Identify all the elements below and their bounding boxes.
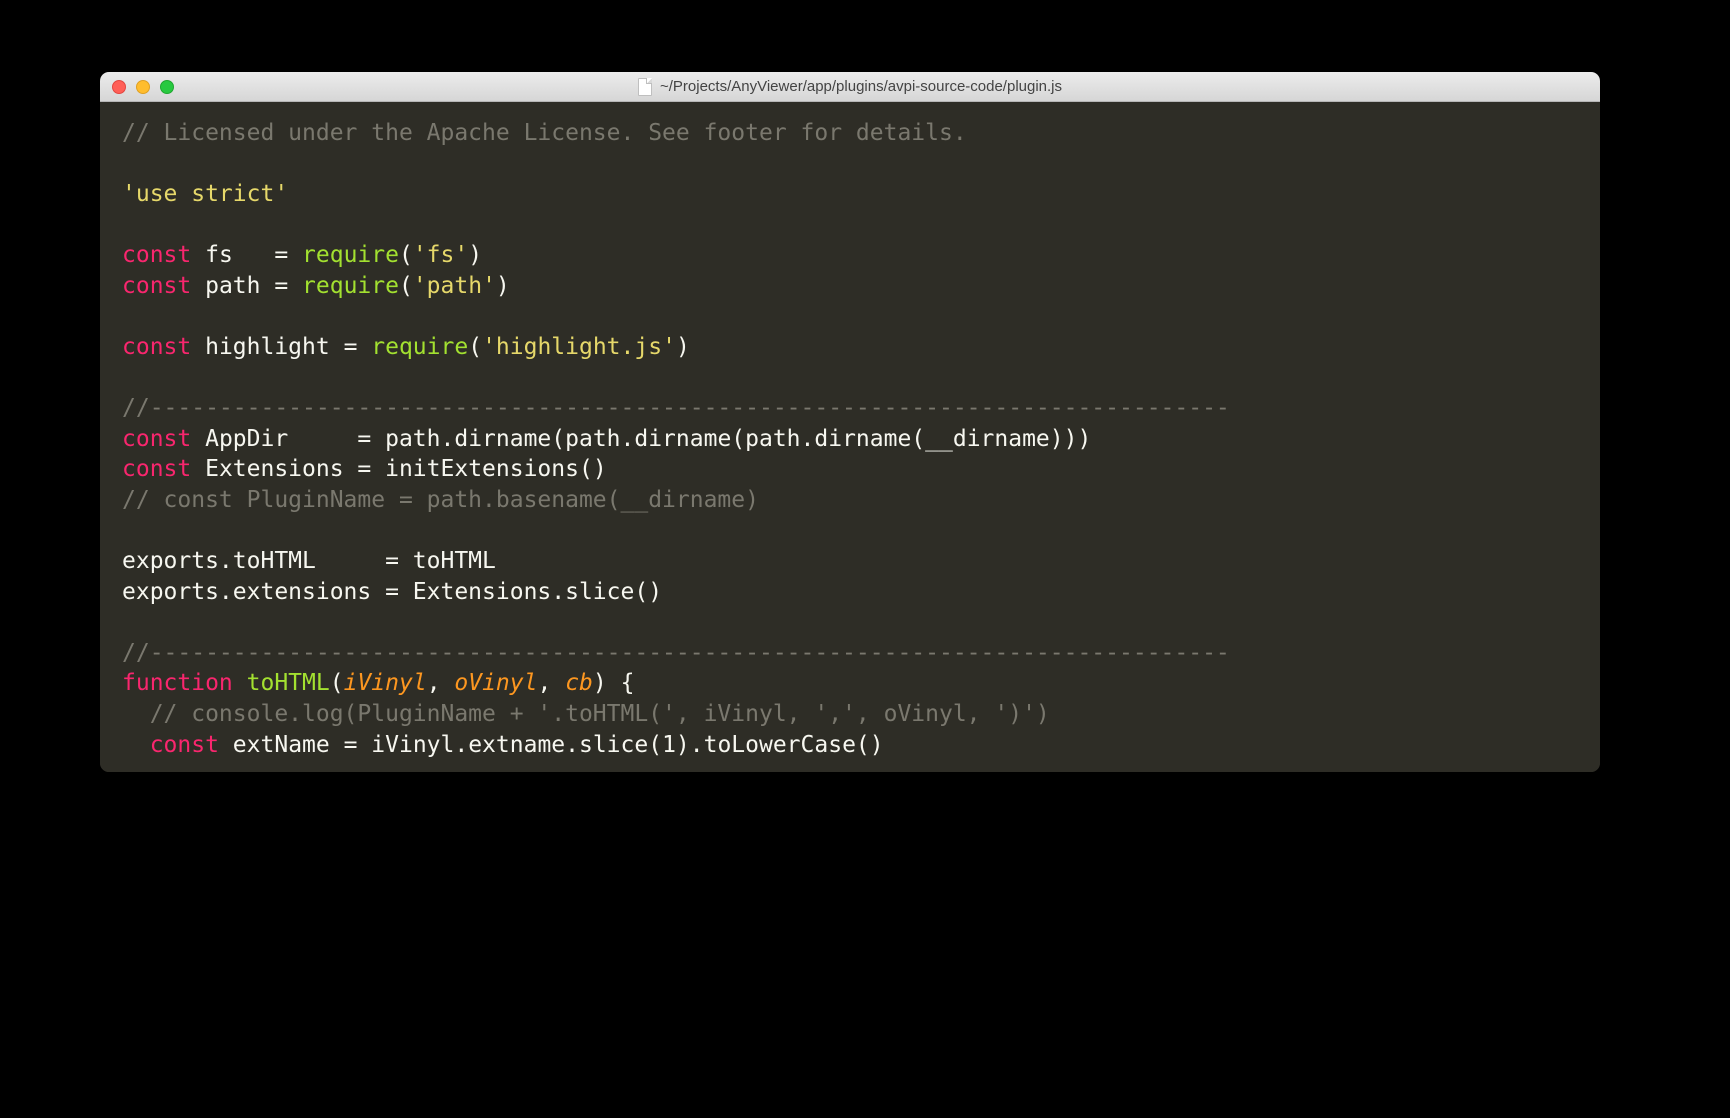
code-line: exports.extensions = Extensions.slice() bbox=[122, 579, 662, 605]
code-punct: ) bbox=[468, 242, 482, 268]
code-string: 'highlight.js' bbox=[482, 334, 676, 360]
code-editor[interactable]: // Licensed under the Apache License. Se… bbox=[100, 102, 1600, 772]
code-comment: //--------------------------------------… bbox=[122, 640, 1230, 666]
code-space bbox=[233, 670, 247, 696]
code-ident: AppDir = path.dirname(path.dirname(path.… bbox=[191, 426, 1091, 452]
code-punct: , bbox=[537, 670, 565, 696]
code-line: exports.toHTML = toHTML bbox=[122, 548, 496, 574]
code-punct: ) bbox=[496, 273, 510, 299]
code-ident: path = bbox=[191, 273, 302, 299]
code-keyword: const bbox=[122, 456, 191, 482]
code-keyword: function bbox=[122, 670, 233, 696]
code-call: require bbox=[302, 242, 399, 268]
maximize-icon[interactable] bbox=[160, 80, 174, 94]
code-call: require bbox=[371, 334, 468, 360]
code-keyword: const bbox=[122, 334, 191, 360]
code-comment: // console.log(PluginName + '.toHTML(', … bbox=[122, 701, 1050, 727]
code-comment: // Licensed under the Apache License. Se… bbox=[122, 120, 967, 146]
traffic-lights bbox=[112, 80, 174, 94]
code-funcname: toHTML bbox=[247, 670, 330, 696]
code-comment: //--------------------------------------… bbox=[122, 395, 1230, 421]
titlebar[interactable]: ~/Projects/AnyViewer/app/plugins/avpi-so… bbox=[100, 72, 1600, 102]
code-arg: oVinyl bbox=[454, 670, 537, 696]
code-punct: ( bbox=[330, 670, 344, 696]
code-arg: iVinyl bbox=[344, 670, 427, 696]
file-icon bbox=[638, 78, 652, 96]
code-keyword: const bbox=[122, 273, 191, 299]
code-string: 'use strict' bbox=[122, 181, 288, 207]
code-keyword: const bbox=[122, 426, 191, 452]
code-punct: ) { bbox=[593, 670, 635, 696]
close-icon[interactable] bbox=[112, 80, 126, 94]
code-ident: fs = bbox=[191, 242, 302, 268]
code-call: require bbox=[302, 273, 399, 299]
code-keyword: const bbox=[122, 242, 191, 268]
code-ident: extName = iVinyl.extname.slice(1).toLowe… bbox=[219, 732, 884, 758]
code-punct: ( bbox=[468, 334, 482, 360]
code-indent bbox=[122, 732, 150, 758]
code-punct: ) bbox=[676, 334, 690, 360]
code-ident: highlight = bbox=[191, 334, 371, 360]
code-ident: Extensions = initExtensions() bbox=[191, 456, 606, 482]
title-center: ~/Projects/AnyViewer/app/plugins/avpi-so… bbox=[100, 78, 1600, 96]
window-title: ~/Projects/AnyViewer/app/plugins/avpi-so… bbox=[660, 78, 1062, 95]
code-string: 'fs' bbox=[413, 242, 468, 268]
code-string: 'path' bbox=[413, 273, 496, 299]
code-punct: ( bbox=[399, 273, 413, 299]
code-comment: // const PluginName = path.basename(__di… bbox=[122, 487, 759, 513]
minimize-icon[interactable] bbox=[136, 80, 150, 94]
code-keyword: const bbox=[150, 732, 219, 758]
editor-window: ~/Projects/AnyViewer/app/plugins/avpi-so… bbox=[100, 72, 1600, 772]
code-arg: cb bbox=[565, 670, 593, 696]
code-punct: , bbox=[427, 670, 455, 696]
code-punct: ( bbox=[399, 242, 413, 268]
stage: ~/Projects/AnyViewer/app/plugins/avpi-so… bbox=[0, 0, 1730, 1118]
